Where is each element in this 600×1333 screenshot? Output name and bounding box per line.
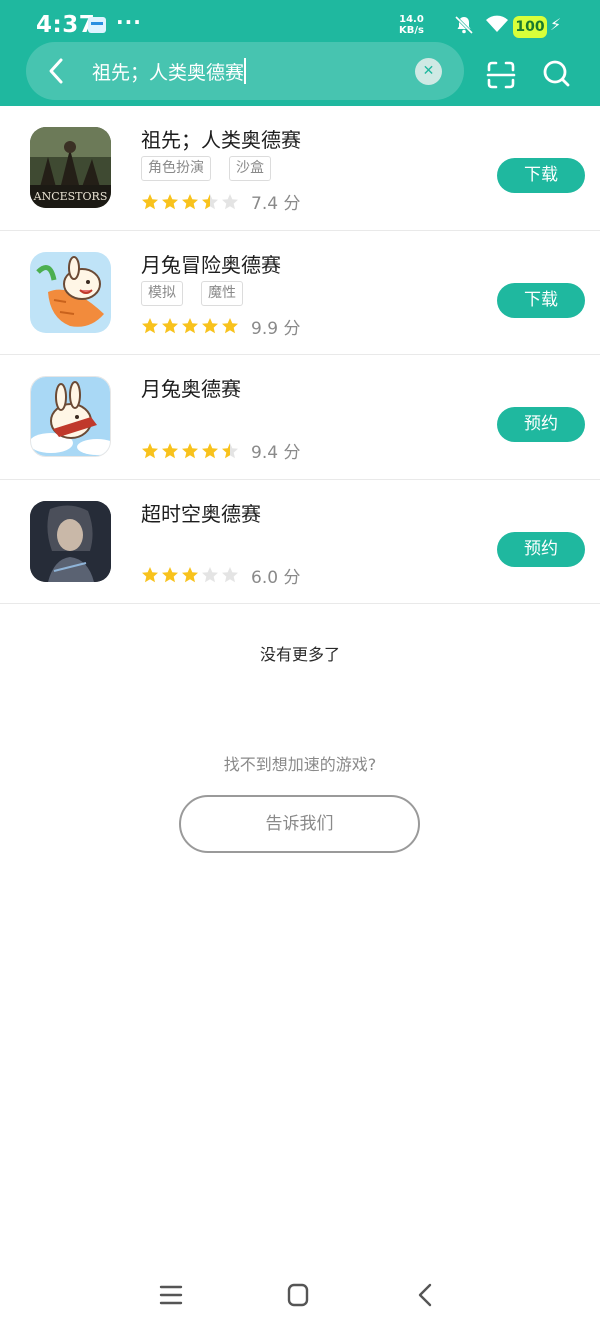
network-speed-value: 14.0 bbox=[399, 14, 424, 25]
back-icon[interactable] bbox=[411, 1280, 441, 1310]
game-rating: 9.9 分 bbox=[141, 314, 300, 339]
network-speed: 14.0 KB/s bbox=[399, 14, 424, 36]
game-rating: 6.0 分 bbox=[141, 563, 300, 588]
game-tags: 角色扮演 沙盒 bbox=[141, 156, 271, 181]
star-icon bbox=[142, 318, 158, 334]
game-tags: 模拟 魔性 bbox=[141, 280, 243, 306]
status-bar: 4:37 ··· 14.0 KB/s 100 ⚡ bbox=[0, 0, 600, 48]
game-tag: 角色扮演 bbox=[141, 156, 211, 181]
more-notifications-icon: ··· bbox=[116, 10, 142, 34]
home-square-icon[interactable] bbox=[283, 1280, 313, 1310]
game-icon-ancestors: ANCESTORS bbox=[30, 127, 111, 208]
charging-icon: ⚡ bbox=[550, 15, 562, 34]
svg-text:ANCESTORS: ANCESTORS bbox=[33, 190, 108, 203]
game-name: 月兔奥德赛 bbox=[141, 377, 241, 401]
game-name: 超时空奥德赛 bbox=[141, 501, 261, 526]
result-item-moon-rabbit[interactable]: 月兔奥德赛 9.4 分 预约 bbox=[0, 355, 600, 480]
rating-stars bbox=[141, 193, 241, 211]
game-rating: 9.4 分 bbox=[141, 438, 300, 463]
rating-stars bbox=[141, 317, 241, 335]
game-score: 9.9 分 bbox=[251, 318, 301, 339]
game-icon-moon-rabbit bbox=[30, 376, 111, 457]
back-icon[interactable] bbox=[42, 56, 70, 86]
status-time: 4:37 bbox=[36, 12, 96, 38]
download-button[interactable]: 下载 bbox=[497, 282, 585, 318]
search-input[interactable] bbox=[92, 56, 407, 86]
star-icon bbox=[202, 318, 218, 334]
game-score: 6.0 分 bbox=[251, 567, 301, 588]
star-icon bbox=[142, 442, 158, 458]
star-icon bbox=[222, 193, 238, 209]
game-score: 9.4 分 bbox=[251, 443, 301, 463]
scan-icon[interactable] bbox=[486, 60, 516, 90]
notification-app-icon bbox=[88, 17, 106, 33]
tell-us-button[interactable]: 告诉我们 bbox=[179, 795, 420, 853]
result-item-moon-rabbit-adventure[interactable]: 月兔冒险奥德赛 模拟 魔性 9.9 分 下载 bbox=[0, 231, 600, 355]
text-caret bbox=[244, 58, 246, 84]
battery-level: 100 bbox=[513, 16, 547, 38]
star-icon bbox=[182, 567, 198, 583]
star-icon bbox=[182, 318, 198, 334]
no-more-text: 没有更多了 bbox=[259, 645, 340, 664]
rating-stars bbox=[141, 442, 241, 460]
star-icon bbox=[222, 318, 238, 334]
rating-stars bbox=[141, 566, 241, 584]
star-icon bbox=[202, 193, 218, 209]
game-icon-time-odyssey bbox=[30, 500, 111, 582]
star-icon bbox=[222, 567, 238, 583]
star-icon bbox=[202, 567, 218, 583]
game-icon-moon-rabbit-adventure bbox=[30, 251, 111, 333]
game-name: 月兔冒险奥德赛 bbox=[141, 252, 281, 277]
star-icon bbox=[162, 318, 178, 334]
game-name: 祖先；人类奥德赛 bbox=[141, 128, 301, 152]
wifi-icon bbox=[486, 15, 508, 32]
search-results-list: ANCESTORS 祖先；人类奥德赛 角色扮演 沙盒 7.4 分 下载 月兔冒险… bbox=[0, 106, 600, 604]
game-tag: 沙盒 bbox=[229, 156, 271, 181]
search-icon[interactable] bbox=[541, 58, 571, 90]
star-icon bbox=[162, 567, 178, 583]
result-item-ancestors[interactable]: ANCESTORS 祖先；人类奥德赛 角色扮演 沙盒 7.4 分 下载 bbox=[0, 106, 600, 231]
star-icon bbox=[182, 193, 198, 209]
star-icon bbox=[222, 442, 238, 458]
game-score: 7.4 分 bbox=[251, 194, 301, 214]
star-icon bbox=[202, 442, 218, 458]
reserve-button[interactable]: 预约 bbox=[497, 407, 585, 442]
download-button[interactable]: 下载 bbox=[497, 158, 585, 193]
reserve-button[interactable]: 预约 bbox=[497, 531, 585, 567]
cant-find-text: 找不到想加速的游戏? bbox=[223, 755, 377, 774]
star-icon bbox=[162, 193, 178, 209]
menu-icon[interactable] bbox=[156, 1280, 186, 1310]
star-icon bbox=[142, 567, 158, 583]
result-item-time-odyssey[interactable]: 超时空奥德赛 6.0 分 预约 bbox=[0, 480, 600, 604]
network-speed-unit: KB/s bbox=[399, 25, 424, 36]
game-tag: 魔性 bbox=[201, 280, 243, 306]
star-icon bbox=[162, 442, 178, 458]
game-tag: 模拟 bbox=[141, 280, 183, 306]
clear-search-icon[interactable]: ✕ bbox=[415, 58, 442, 85]
star-icon bbox=[182, 442, 198, 458]
star-icon bbox=[142, 193, 158, 209]
game-rating: 7.4 分 bbox=[141, 189, 300, 214]
mute-bell-icon bbox=[454, 15, 474, 35]
